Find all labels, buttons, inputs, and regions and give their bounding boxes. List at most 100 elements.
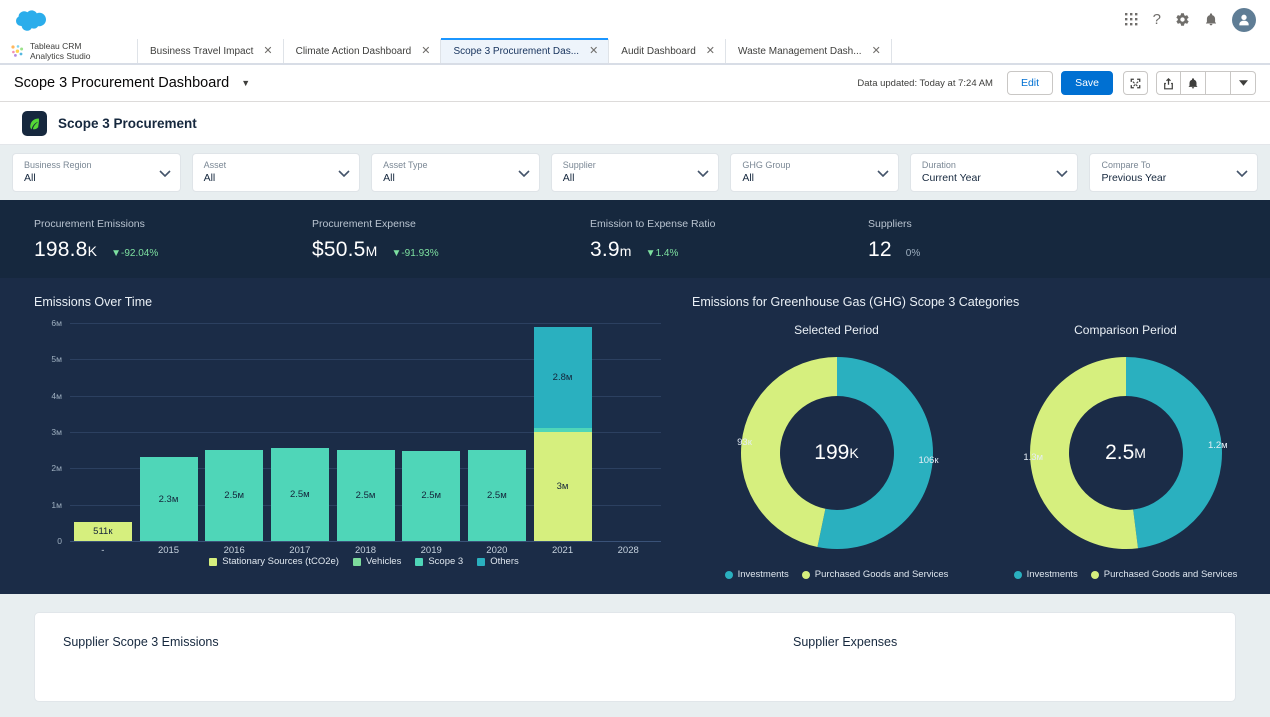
chevron-down-icon[interactable] (1236, 164, 1248, 182)
legend-swatch (415, 558, 423, 566)
close-icon[interactable]: ✕ (263, 46, 272, 57)
filter-value: Previous Year (1101, 171, 1166, 185)
bar-segment[interactable]: 2.5м (271, 448, 329, 541)
bar-segment[interactable]: 3м (534, 432, 592, 541)
tab-scope-3-procurement-dashboard[interactable]: Scope 3 Procurement Das... ✕ (441, 39, 609, 63)
kpi-procurement-emissions[interactable]: Procurement Emissions 198.8K ▼-92.04% (0, 218, 278, 262)
kpi-emission-to-expense-ratio[interactable]: Emission to Expense Ratio 3.9m ▼1.4% (556, 218, 834, 262)
donut-center-suffix: M (1134, 445, 1146, 461)
analytics-studio-tab[interactable]: Tableau CRM Analytics Studio (0, 39, 138, 63)
bar-slot: 2.5м (464, 323, 530, 541)
dashboard-tab-bar: Tableau CRM Analytics Studio Business Tr… (0, 39, 1270, 65)
chevron-down-icon[interactable] (338, 164, 350, 182)
bar[interactable]: 2.5м (468, 450, 526, 541)
bar[interactable]: 2.5м (337, 450, 395, 541)
bar-chart-plot[interactable]: 01м2м3м4м5м6м511к2.3м2.5м2.5м2.5м2.5м2.5… (36, 323, 661, 541)
help-icon[interactable]: ? (1153, 11, 1161, 28)
bar[interactable]: 2.5м (271, 448, 329, 541)
close-icon[interactable]: ✕ (706, 46, 715, 57)
filter-asset-type[interactable]: Asset Type All (371, 153, 540, 192)
salesforce-cloud-logo[interactable] (14, 8, 48, 32)
bar-segment[interactable]: 2.8м (534, 327, 592, 429)
toolbar-blank-slot (1206, 71, 1231, 95)
kpi-delta: ▼1.4% (646, 248, 679, 259)
close-icon[interactable]: ✕ (589, 46, 598, 57)
legend-swatch (353, 558, 361, 566)
legend-label: Stationary Sources (tCO2e) (222, 556, 339, 567)
tab-climate-action-dashboard[interactable]: Climate Action Dashboard ✕ (284, 39, 442, 63)
supplier-scope-3-emissions-card[interactable]: Supplier Scope 3 Emissions (63, 635, 793, 701)
legend-item[interactable]: Vehicles (353, 556, 401, 567)
analytics-studio-icon (10, 44, 24, 58)
legend-item[interactable]: Others (477, 556, 519, 567)
filter-duration[interactable]: Duration Current Year (910, 153, 1079, 192)
bar-segment[interactable]: 2.3м (140, 457, 198, 541)
close-icon[interactable]: ✕ (872, 46, 881, 57)
chevron-down-icon[interactable] (877, 164, 889, 182)
y-axis-tick: 4м (36, 391, 62, 401)
app-launcher-icon[interactable] (1124, 12, 1139, 27)
filter-business-region[interactable]: Business Region All (12, 153, 181, 192)
kpi-suppliers[interactable]: Suppliers 12 0% (834, 218, 1112, 262)
filter-label: Asset (204, 159, 227, 171)
save-button[interactable]: Save (1061, 71, 1113, 95)
x-axis-tick: 2019 (398, 545, 464, 556)
analytics-studio-window: ? (0, 0, 1270, 717)
tab-audit-dashboard[interactable]: Audit Dashboard ✕ (609, 39, 726, 63)
supplier-expenses-card[interactable]: Supplier Expenses (793, 635, 897, 701)
avatar[interactable] (1232, 8, 1256, 32)
filter-asset[interactable]: Asset All (192, 153, 361, 192)
leaf-icon (22, 111, 47, 136)
x-axis-tick: 2015 (136, 545, 202, 556)
share-icon[interactable] (1156, 71, 1181, 95)
gear-icon[interactable] (1175, 12, 1190, 27)
fullscreen-icon[interactable] (1123, 71, 1148, 95)
filter-ghg-group[interactable]: GHG Group All (730, 153, 899, 192)
bar[interactable]: 2.8м 3м (534, 327, 592, 541)
legend-label: Vehicles (366, 556, 401, 567)
tab-business-travel-impact[interactable]: Business Travel Impact ✕ (138, 39, 284, 63)
bar[interactable]: 2.3м (140, 457, 198, 541)
edit-button[interactable]: Edit (1007, 71, 1053, 95)
x-axis-tick: 2017 (267, 545, 333, 556)
filter-label: Business Region (24, 159, 92, 171)
legend-item[interactable]: Stationary Sources (tCO2e) (209, 556, 339, 567)
legend-item[interactable]: Investments (725, 569, 789, 580)
bar-segment[interactable]: 2.5м (205, 450, 263, 541)
filter-compare-to[interactable]: Compare To Previous Year (1089, 153, 1258, 192)
bar-segment[interactable]: 511к (74, 522, 132, 541)
chevron-down-icon[interactable] (518, 164, 530, 182)
legend-item[interactable]: Scope 3 (415, 556, 463, 567)
filter-value: All (742, 171, 790, 185)
tab-waste-management-dashboard[interactable]: Waste Management Dash... ✕ (726, 39, 892, 63)
more-actions-chevron-icon[interactable] (1231, 71, 1256, 95)
chevron-down-icon[interactable] (1056, 164, 1068, 182)
bar-segment[interactable]: 2.5м (337, 450, 395, 541)
donut-legend-group: Investments Purchased Goods and Services (692, 569, 981, 580)
donut-chart[interactable]: 106к93к199K (735, 351, 939, 555)
filter-supplier[interactable]: Supplier All (551, 153, 720, 192)
chevron-down-icon[interactable] (159, 164, 171, 182)
bar-segment[interactable]: 2.5м (468, 450, 526, 541)
donut-center-value: 2.5 (1105, 441, 1134, 465)
legend-item[interactable]: Purchased Goods and Services (1091, 569, 1238, 580)
kpi-procurement-expense[interactable]: Procurement Expense $50.5M ▼-91.93% (278, 218, 556, 262)
y-axis-tick: 5м (36, 354, 62, 364)
bar[interactable]: 511к (74, 522, 132, 541)
bar[interactable]: 2.5м (205, 450, 263, 541)
tab-label: Waste Management Dash... (738, 46, 862, 57)
chevron-down-icon[interactable] (697, 164, 709, 182)
notifications-icon[interactable] (1181, 71, 1206, 95)
close-icon[interactable]: ✕ (421, 46, 430, 57)
legend-item[interactable]: Investments (1014, 569, 1078, 580)
bar[interactable]: 2.5м (402, 451, 460, 541)
page-title: Scope 3 Procurement Dashboard (14, 75, 229, 91)
bar-value-label: 2.8м (553, 372, 573, 383)
donut-chart[interactable]: 1.2м1.3м2.5M (1024, 351, 1228, 555)
donut-charts[interactable]: 106к93к199K 1.2м1.3м2.5M (692, 351, 1270, 555)
legend-swatch (209, 558, 217, 566)
notifications-icon[interactable] (1204, 12, 1218, 27)
bar-segment[interactable]: 2.5м (402, 451, 460, 541)
legend-item[interactable]: Purchased Goods and Services (802, 569, 949, 580)
chevron-down-icon[interactable]: ▼ (241, 78, 250, 88)
